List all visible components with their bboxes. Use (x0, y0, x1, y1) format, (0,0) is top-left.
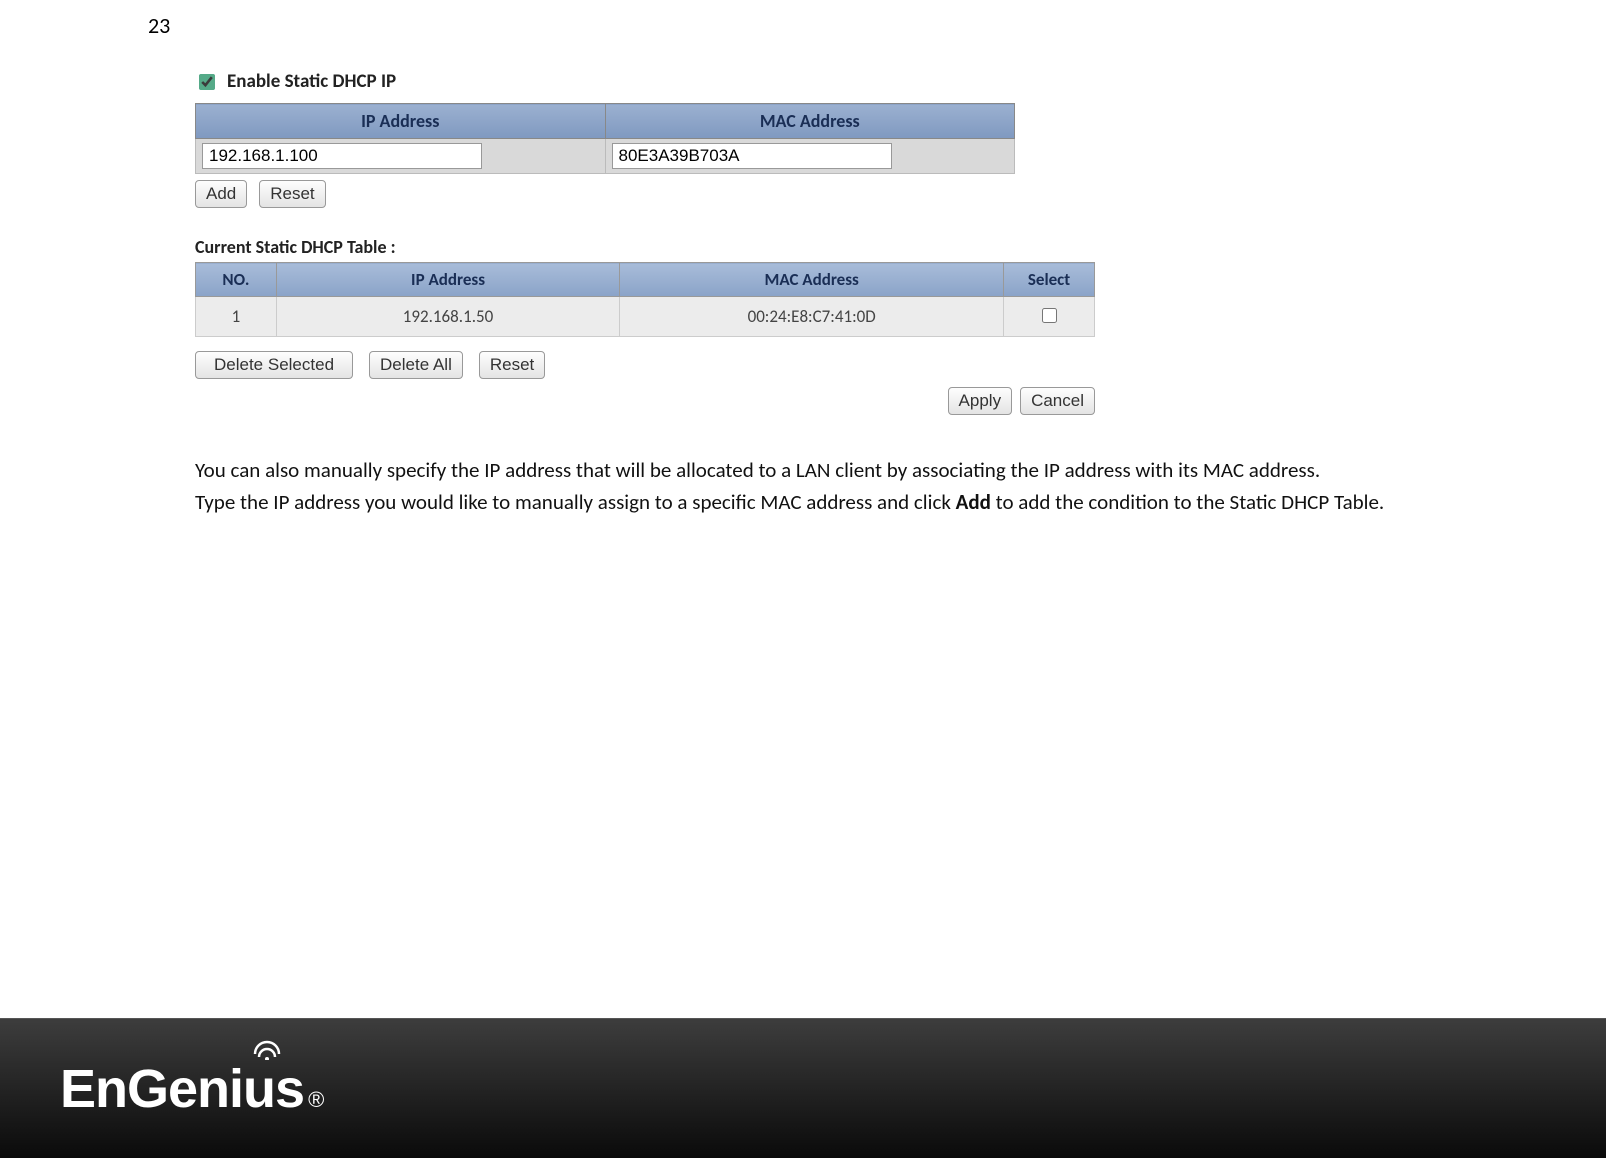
col-no: NO. (196, 263, 277, 297)
row-select-checkbox[interactable] (1042, 308, 1057, 323)
static-dhcp-table-heading: Current Static DHCP Table : (195, 236, 1445, 258)
add-reset-row: Add Reset (195, 180, 1445, 208)
logo-i-wrap: ius (229, 1058, 304, 1120)
ip-address-input[interactable] (202, 143, 482, 169)
col-select: Select (1004, 263, 1095, 297)
page-footer: EnGen ius ® (0, 1018, 1606, 1158)
logo-text-en: EnGen (60, 1058, 229, 1120)
p2-part-b: to add the condition to the Static DHCP … (991, 489, 1384, 515)
cell-ip: 192.168.1.50 (276, 297, 619, 337)
static-dhcp-table: NO. IP Address MAC Address Select 1 192.… (195, 262, 1095, 337)
wifi-icon (252, 1040, 282, 1065)
header-ip-address: IP Address (196, 104, 606, 139)
paragraph-1: You can also manually specify the IP add… (195, 455, 1445, 487)
enable-static-dhcp-label: Enable Static DHCP IP (227, 70, 396, 93)
header-mac-address: MAC Address (605, 104, 1015, 139)
add-button[interactable]: Add (195, 180, 247, 208)
enable-static-dhcp-row: Enable Static DHCP IP (195, 70, 1445, 93)
table-row: 1 192.168.1.50 00:24:E8:C7:41:0D (196, 297, 1095, 337)
cell-ip-input (196, 139, 606, 174)
cell-select (1004, 297, 1095, 337)
mac-address-input[interactable] (612, 143, 892, 169)
paragraph-2: Type the IP address you would like to ma… (195, 487, 1445, 519)
reset-table-button[interactable]: Reset (479, 351, 545, 379)
apply-button[interactable]: Apply (948, 387, 1013, 415)
registered-icon: ® (308, 1087, 324, 1113)
delete-reset-row: Delete Selected Delete All Reset (195, 351, 1445, 379)
enable-static-dhcp-checkbox[interactable] (199, 74, 215, 90)
description-text: You can also manually specify the IP add… (195, 455, 1445, 518)
cell-mac: 00:24:E8:C7:41:0D (620, 297, 1004, 337)
delete-all-button[interactable]: Delete All (369, 351, 463, 379)
engenius-logo: EnGen ius ® (60, 1058, 324, 1120)
p2-part-a: Type the IP address you would like to ma… (195, 489, 956, 515)
reset-button[interactable]: Reset (259, 180, 325, 208)
col-mac: MAC Address (620, 263, 1004, 297)
apply-cancel-row: Apply Cancel (195, 387, 1095, 415)
cancel-button[interactable]: Cancel (1020, 387, 1095, 415)
col-ip: IP Address (276, 263, 619, 297)
cell-mac-input (605, 139, 1015, 174)
cell-no: 1 (196, 297, 277, 337)
p2-bold-add: Add (956, 489, 991, 515)
main-content: Enable Static DHCP IP IP Address MAC Add… (195, 70, 1445, 518)
delete-selected-button[interactable]: Delete Selected (195, 351, 353, 379)
logo-text-ius: ius (229, 1059, 304, 1119)
page-number: 23 (148, 12, 170, 39)
ip-mac-input-table: IP Address MAC Address (195, 103, 1015, 174)
